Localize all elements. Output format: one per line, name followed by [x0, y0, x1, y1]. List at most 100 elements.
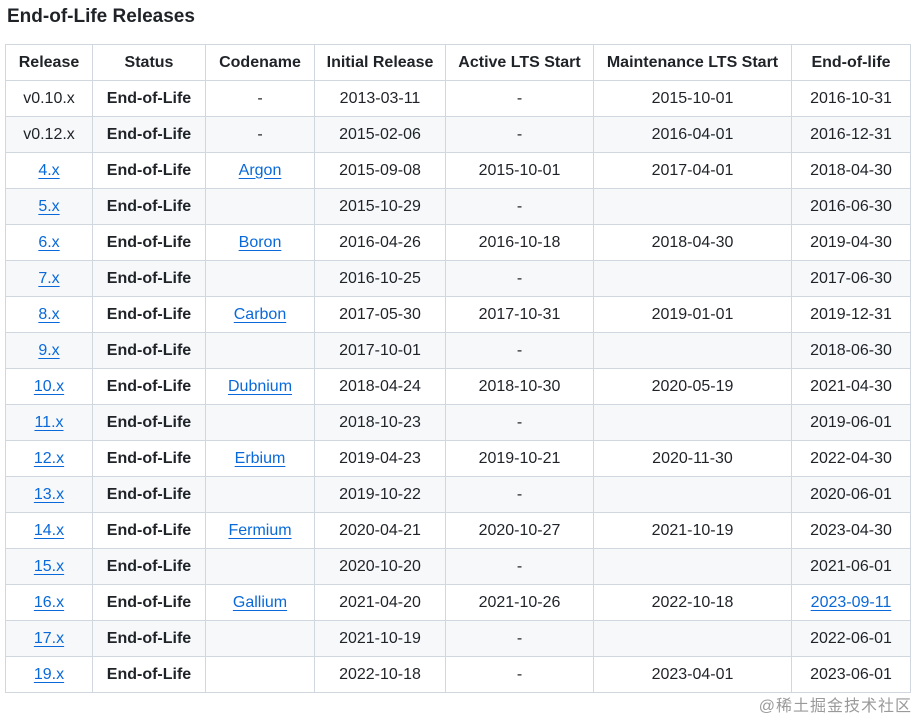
cell-active-lts-start: 2017-10-31 — [445, 296, 594, 333]
cell-status: End-of-Life — [92, 440, 206, 477]
cell-release: v0.10.x — [5, 80, 93, 117]
table-row: 10.x End-of-Life Dubnium 2018-04-24 2018-10-… — [5, 368, 911, 405]
cell-maintenance-lts-start: 2020-05-19 — [593, 368, 792, 405]
cell-active-lts-start: 2018-10-30 — [445, 368, 594, 405]
cell-initial-release: 2021-04-20 — [314, 584, 446, 621]
header-status: Status — [92, 44, 206, 81]
cell-release: 5.x — [5, 188, 93, 225]
cell-codename-link[interactable]: Argon — [239, 162, 282, 179]
cell-initial-release: 2020-10-20 — [314, 548, 446, 585]
cell-end-of-life: 2023-06-01 — [791, 656, 911, 693]
cell-end-of-life: 2019-04-30 — [791, 224, 911, 261]
cell-active-lts-start: 2020-10-27 — [445, 512, 594, 549]
table-row: 13.x End-of-Life 2019-10-22- 2020-06-01 — [5, 476, 911, 513]
cell-release: 12.x — [5, 440, 93, 477]
cell-active-lts-start: - — [445, 620, 594, 657]
cell-initial-release: 2022-10-18 — [314, 656, 446, 693]
cell-release: 17.x — [5, 620, 93, 657]
cell-end-of-life: 2022-06-01 — [791, 620, 911, 657]
cell-codename-link[interactable]: Gallium — [233, 594, 287, 611]
cell-release-link[interactable]: 9.x — [38, 342, 59, 359]
cell-maintenance-lts-start: 2018-04-30 — [593, 224, 792, 261]
cell-initial-release: 2021-10-19 — [314, 620, 446, 657]
cell-release-link[interactable]: 13.x — [34, 486, 64, 503]
cell-maintenance-lts-start: 2017-04-01 — [593, 152, 792, 189]
table-row: 16.x End-of-Life Gallium 2021-04-20 2021-10-… — [5, 584, 911, 621]
cell-release-link[interactable]: 12.x — [34, 450, 64, 467]
cell-codename: Gallium — [205, 584, 315, 621]
cell-end-of-life: 2022-04-30 — [791, 440, 911, 477]
header-active-lts-start: Active LTS Start — [445, 44, 594, 81]
cell-initial-release: 2016-04-26 — [314, 224, 446, 261]
cell-release-link[interactable]: 15.x — [34, 558, 64, 575]
cell-active-lts-start: - — [445, 116, 594, 153]
cell-codename-link[interactable]: Dubnium — [228, 378, 292, 395]
cell-end-of-life-link[interactable]: 2023-09-11 — [811, 594, 892, 611]
cell-release-link[interactable]: 11.x — [34, 414, 63, 431]
cell-initial-release: 2015-09-08 — [314, 152, 446, 189]
cell-codename-link[interactable]: Carbon — [234, 306, 286, 323]
cell-status: End-of-Life — [92, 584, 206, 621]
cell-release: 7.x — [5, 260, 93, 297]
cell-maintenance-lts-start: 2016-04-01 — [593, 116, 792, 153]
cell-codename: Carbon — [205, 296, 315, 333]
cell-release: v0.12.x — [5, 116, 93, 153]
cell-codename — [205, 620, 315, 657]
cell-codename-link[interactable]: Erbium — [235, 450, 286, 467]
cell-status: End-of-Life — [92, 296, 206, 333]
cell-release-link[interactable]: 6.x — [38, 234, 59, 251]
cell-release-link[interactable]: 14.x — [34, 522, 64, 539]
table-header-row: Release Status Codename Initial Release … — [5, 44, 911, 81]
cell-codename: - — [205, 116, 315, 153]
cell-release-link[interactable]: 16.x — [34, 594, 64, 611]
cell-maintenance-lts-start — [593, 548, 792, 585]
cell-end-of-life: 2021-04-30 — [791, 368, 911, 405]
cell-codename — [205, 656, 315, 693]
cell-release-link[interactable]: 5.x — [38, 198, 59, 215]
cell-active-lts-start: 2016-10-18 — [445, 224, 594, 261]
cell-status: End-of-Life — [92, 656, 206, 693]
cell-release-link[interactable]: 4.x — [38, 162, 59, 179]
cell-end-of-life: 2020-06-01 — [791, 476, 911, 513]
cell-maintenance-lts-start: 2022-10-18 — [593, 584, 792, 621]
cell-codename: Erbium — [205, 440, 315, 477]
header-codename: Codename — [205, 44, 315, 81]
cell-release-link[interactable]: 7.x — [38, 270, 59, 287]
cell-active-lts-start: 2015-10-01 — [445, 152, 594, 189]
cell-maintenance-lts-start: 2015-10-01 — [593, 80, 792, 117]
cell-codename: Fermium — [205, 512, 315, 549]
cell-release: 11.x — [5, 404, 93, 441]
cell-status: End-of-Life — [92, 368, 206, 405]
cell-release: 8.x — [5, 296, 93, 333]
cell-codename-link[interactable]: Boron — [239, 234, 282, 251]
cell-maintenance-lts-start — [593, 404, 792, 441]
cell-end-of-life: 2016-10-31 — [791, 80, 911, 117]
cell-release-link[interactable]: 19.x — [34, 666, 64, 683]
cell-release-link[interactable]: 10.x — [34, 378, 64, 395]
table-row: 6.x End-of-Life Boron 2016-04-26 2016-10-18 2… — [5, 224, 911, 261]
cell-release: 6.x — [5, 224, 93, 261]
cell-initial-release: 2017-10-01 — [314, 332, 446, 369]
cell-active-lts-start: - — [445, 332, 594, 369]
cell-release-link[interactable]: 8.x — [38, 306, 59, 323]
cell-initial-release: 2016-10-25 — [314, 260, 446, 297]
cell-codename-link[interactable]: Fermium — [228, 522, 291, 539]
cell-initial-release: 2018-10-23 — [314, 404, 446, 441]
table-row: 15.x End-of-Life 2020-10-20- 2021-06-01 — [5, 548, 911, 585]
cell-release-link[interactable]: 17.x — [34, 630, 64, 647]
cell-release: 14.x — [5, 512, 93, 549]
table-row: v0.12.x End-of-Life -2015-02-06-2016-04-01… — [5, 116, 911, 153]
cell-codename: - — [205, 80, 315, 117]
cell-active-lts-start: - — [445, 476, 594, 513]
cell-active-lts-start: 2021-10-26 — [445, 584, 594, 621]
cell-active-lts-start: - — [445, 260, 594, 297]
cell-maintenance-lts-start: 2021-10-19 — [593, 512, 792, 549]
cell-status: End-of-Life — [92, 512, 206, 549]
cell-active-lts-start: - — [445, 656, 594, 693]
cell-end-of-life: 2018-04-30 — [791, 152, 911, 189]
cell-active-lts-start: - — [445, 404, 594, 441]
cell-maintenance-lts-start — [593, 332, 792, 369]
table-row: 14.x End-of-Life Fermium 2020-04-21 2020-10-… — [5, 512, 911, 549]
cell-initial-release: 2015-02-06 — [314, 116, 446, 153]
cell-release: 16.x — [5, 584, 93, 621]
